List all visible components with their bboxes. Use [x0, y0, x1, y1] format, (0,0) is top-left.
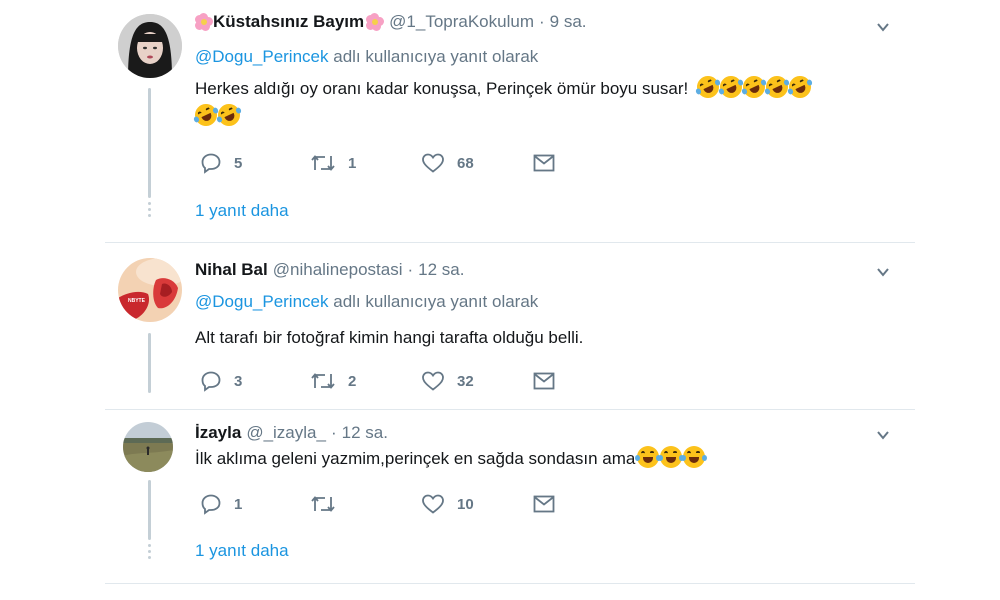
user-handle[interactable]: @nihalinepostasi — [273, 260, 403, 280]
reply-count: 5 — [234, 154, 243, 172]
chevron-down-icon[interactable] — [876, 20, 890, 34]
thread-dots — [148, 544, 151, 562]
envelope-icon — [533, 154, 555, 172]
rofl-emoji-icon — [762, 72, 792, 102]
tweet-text-content: İlk aklıma geleni yazmim,perinçek en sağ… — [195, 449, 636, 468]
reply-button[interactable]: 3 — [200, 369, 242, 393]
emoji-group — [693, 72, 815, 102]
timestamp[interactable]: 9 sa. — [550, 12, 587, 32]
display-name[interactable]: İzayla — [195, 423, 241, 443]
reply-context-text: adlı kullanıcıya yanıt olarak — [333, 47, 539, 66]
svg-text:NBYTE: NBYTE — [128, 298, 146, 304]
thread-line — [148, 333, 151, 393]
like-button[interactable]: 32 — [421, 369, 474, 393]
like-count: 32 — [457, 372, 474, 390]
more-replies-link[interactable]: 1 yanıt daha — [195, 541, 289, 561]
heart-icon — [422, 494, 444, 514]
tears-of-joy-emoji-icon — [658, 446, 685, 468]
reply-context: @Dogu_Perincek adlı kullanıcıya yanıt ol… — [195, 292, 538, 312]
tweet-text-content: Alt tarafı bir fotoğraf kimin hangi tara… — [195, 328, 584, 347]
tweet-3[interactable]: İzayla @_izayla_ · 12 sa. İlk aklıma gel… — [105, 410, 915, 590]
reply-icon — [201, 153, 221, 174]
tweet-text: Alt tarafı bir fotoğraf kimin hangi tara… — [195, 324, 583, 352]
avatar[interactable] — [118, 14, 182, 78]
tweet-text: İlk aklıma geleni yazmim,perinçek en sağ… — [195, 445, 708, 473]
heart-icon — [422, 371, 444, 391]
tears-of-joy-emoji-icon — [681, 446, 708, 468]
avatar[interactable] — [123, 422, 173, 472]
like-count: 10 — [457, 495, 474, 513]
reply-context: @Dogu_Perincek adlı kullanıcıya yanıt ol… — [195, 47, 538, 67]
thread-dots — [148, 202, 151, 220]
rofl-emoji-icon — [693, 72, 723, 102]
reply-button[interactable]: 5 — [200, 151, 242, 175]
like-button[interactable]: 10 — [421, 492, 474, 516]
mention-link[interactable]: @Dogu_Perincek — [195, 47, 329, 66]
tweet-header: İzayla @_izayla_ · 12 sa. — [195, 423, 388, 443]
user-handle[interactable]: @1_TopraKokulum — [389, 12, 534, 32]
rofl-emoji-icon — [739, 72, 769, 102]
heart-icon — [422, 153, 444, 173]
retweet-button[interactable]: 2 — [310, 369, 356, 393]
dm-button[interactable] — [532, 151, 556, 175]
rofl-emoji-icon — [785, 72, 815, 102]
separator-dot: · — [330, 423, 337, 442]
tweet-text: Herkes aldığı oy oranı kadar konuşsa, Pe… — [191, 72, 815, 131]
retweet-icon — [311, 373, 335, 389]
retweet-count: 2 — [348, 372, 357, 390]
separator-dot: · — [539, 12, 545, 31]
reply-count: 1 — [234, 495, 243, 513]
display-name[interactable]: Küstahsınız Bayım — [213, 12, 364, 32]
retweet-button[interactable] — [310, 492, 348, 516]
reply-button[interactable]: 1 — [200, 492, 242, 516]
chevron-down-icon[interactable] — [876, 265, 890, 279]
retweet-icon — [311, 155, 335, 171]
retweet-count: 1 — [348, 154, 357, 172]
divider — [105, 583, 915, 584]
rofl-emoji-icon — [191, 100, 221, 130]
rofl-emoji-icon — [214, 100, 244, 130]
retweet-button[interactable]: 1 — [310, 151, 356, 175]
mention-link[interactable]: @Dogu_Perincek — [195, 292, 329, 311]
retweet-icon — [311, 496, 335, 512]
emoji-group — [635, 446, 708, 468]
reply-icon — [201, 371, 221, 392]
tweet-1[interactable]: Küstahsınız Bayım @1_TopraKokulum · 9 sa… — [105, 0, 915, 240]
emoji-group — [191, 100, 244, 130]
tweet-header: Nihal Bal @nihalinepostasi · 12 sa. — [195, 260, 464, 280]
thread-line — [148, 88, 151, 198]
dm-button[interactable] — [532, 492, 556, 516]
reply-icon — [201, 494, 221, 515]
thread-line — [148, 480, 151, 540]
timestamp[interactable]: 12 sa. — [418, 260, 464, 280]
dm-button[interactable] — [532, 369, 556, 393]
display-name[interactable]: Nihal Bal — [195, 260, 268, 280]
user-handle[interactable]: @_izayla_ — [246, 423, 326, 443]
like-button[interactable]: 68 — [421, 151, 474, 175]
avatar[interactable]: NBYTE — [118, 258, 182, 322]
envelope-icon — [533, 495, 555, 513]
like-count: 68 — [457, 154, 474, 172]
more-replies-link[interactable]: 1 yanıt daha — [195, 201, 289, 221]
flower-icon — [195, 13, 213, 31]
separator-dot: · — [407, 260, 414, 279]
reply-context-text: adlı kullanıcıya yanıt olarak — [333, 292, 539, 311]
timestamp[interactable]: 12 sa. — [342, 423, 388, 443]
tears-of-joy-emoji-icon — [635, 446, 662, 468]
flower-icon — [366, 13, 385, 31]
rofl-emoji-icon — [716, 72, 746, 102]
chevron-down-icon[interactable] — [876, 428, 890, 442]
tweet-text-content: Herkes aldığı oy oranı kadar konuşsa, Pe… — [195, 79, 689, 98]
tweet-header: Küstahsınız Bayım @1_TopraKokulum · 9 sa… — [195, 12, 587, 32]
envelope-icon — [533, 372, 555, 390]
tweet-2[interactable]: NBYTE Nihal Bal @nihalinepostasi · 12 sa… — [105, 243, 915, 393]
reply-count: 3 — [234, 372, 243, 390]
